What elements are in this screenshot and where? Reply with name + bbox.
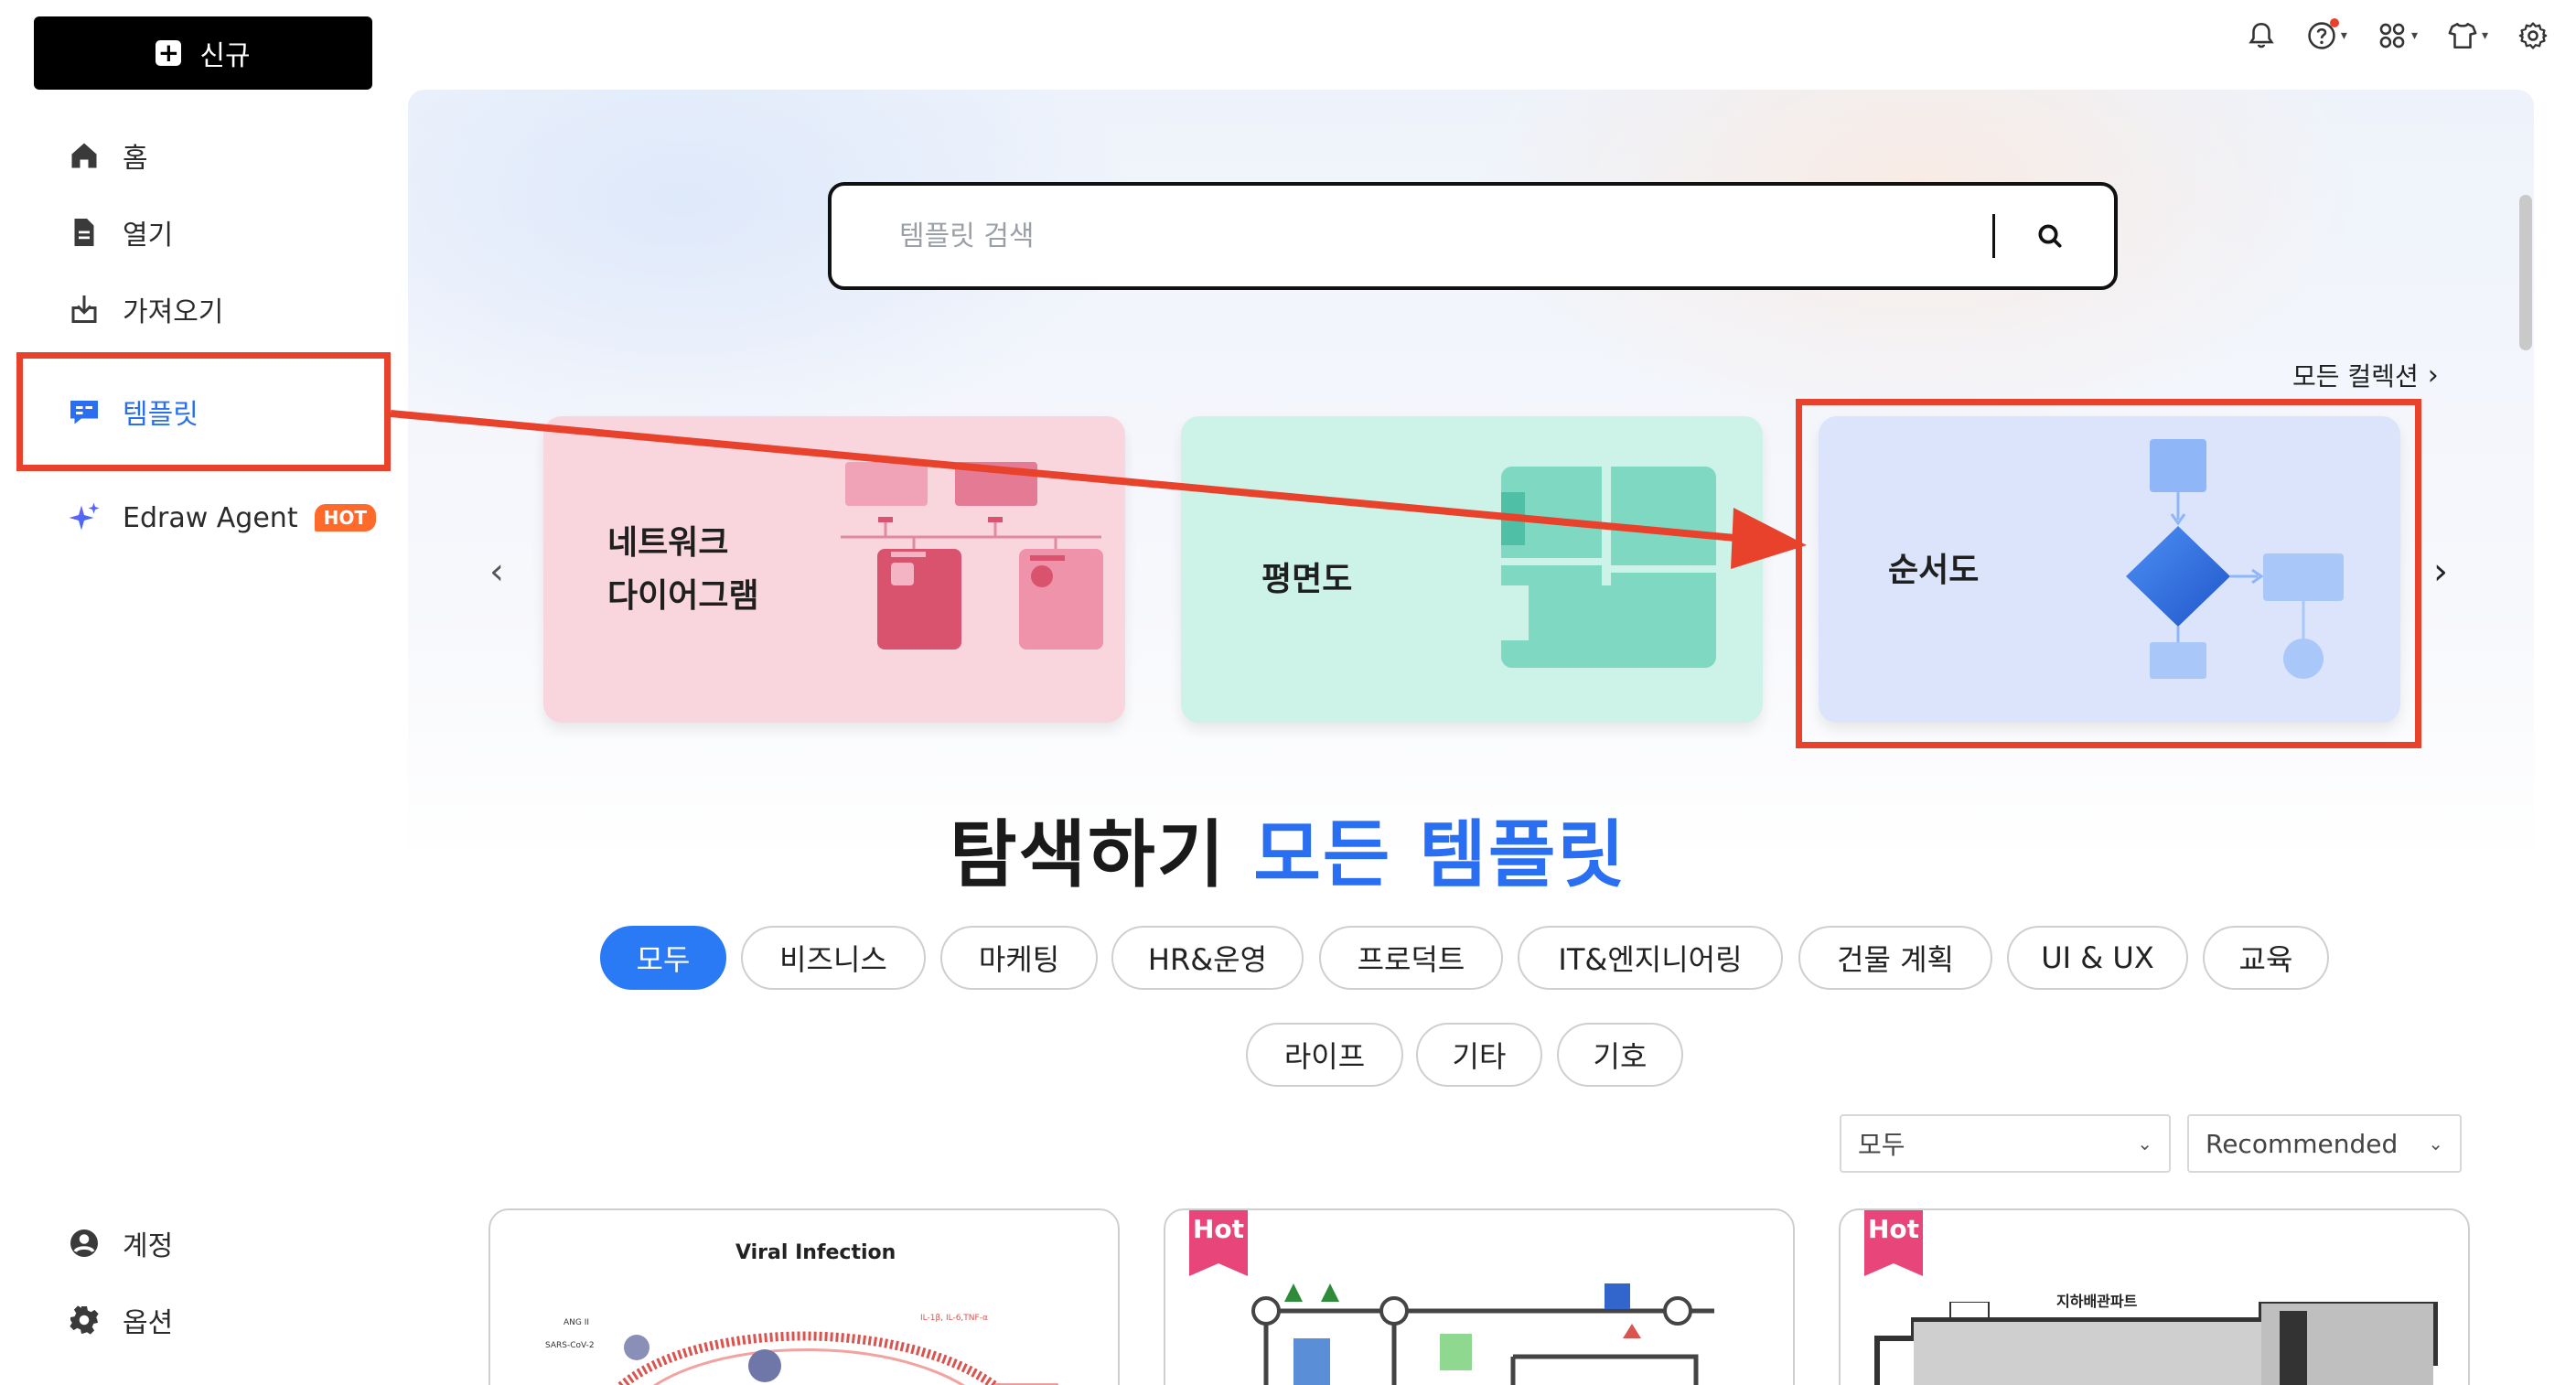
search-button[interactable] bbox=[2032, 218, 2068, 254]
svg-text:SARS-CoV-2: SARS-CoV-2 bbox=[545, 1341, 595, 1350]
type-filter-value: 모두 bbox=[1858, 1130, 1905, 1160]
apps-icon bbox=[2379, 23, 2405, 48]
import-icon bbox=[71, 295, 97, 323]
svg-text:IL-1β, IL-6,TNF-α: IL-1β, IL-6,TNF-α bbox=[920, 1314, 988, 1323]
settings-button[interactable] bbox=[2517, 20, 2549, 51]
category-chip-life[interactable]: 라이프 bbox=[1246, 1023, 1403, 1087]
sidebar: + 신규 홈 열기 가져오기 템플릿 Edraw Agent HOT 계정 옵션 bbox=[0, 0, 408, 1385]
gear-icon bbox=[70, 1305, 99, 1335]
viral-infection-thumbnail: ANG II SARS-CoV-2 IL-1β, IL-6,TNF-α bbox=[545, 1314, 1058, 1385]
type-filter-dropdown[interactable]: 모두 ⌄ bbox=[1840, 1114, 2171, 1173]
shirt-icon bbox=[2448, 22, 2477, 49]
template-title: Viral Infection bbox=[735, 1241, 896, 1264]
category-chip-product[interactable]: 프로덕트 bbox=[1319, 926, 1503, 990]
card-title-line: 네트워크 bbox=[607, 524, 729, 562]
sidebar-item-label: 계정 bbox=[123, 1230, 174, 1262]
template-card[interactable]: Hot 지하배관파트 bbox=[1839, 1208, 2470, 1385]
map-thumbnail bbox=[1251, 1283, 1714, 1385]
settings-icon bbox=[2518, 22, 2548, 49]
category-chip-hr[interactable]: HR&운영 bbox=[1111, 926, 1304, 990]
sparkle-icon bbox=[69, 502, 100, 531]
sidebar-item-label: 가져오기 bbox=[123, 296, 224, 328]
apps-button[interactable]: ▾ bbox=[2377, 20, 2418, 51]
search-bar bbox=[828, 182, 2118, 290]
hot-badge: HOT bbox=[314, 504, 376, 531]
hot-ribbon: Hot bbox=[1189, 1210, 1248, 1276]
carousel-prev-button[interactable]: ‹ bbox=[489, 551, 504, 593]
all-collections-label: 모든 컬렉션 bbox=[2292, 361, 2419, 392]
sidebar-item-home[interactable]: 홈 bbox=[68, 130, 148, 181]
chevron-down-icon: ⌄ bbox=[2137, 1133, 2152, 1154]
sidebar-item-import[interactable]: 가져오기 bbox=[68, 284, 223, 335]
category-chip-building[interactable]: 건물 계획 bbox=[1798, 926, 1992, 990]
top-toolbar: ▾ ▾ ▾ bbox=[2246, 18, 2549, 51]
new-button[interactable]: + 신규 bbox=[34, 16, 372, 90]
category-chip-business[interactable]: 비즈니스 bbox=[741, 926, 926, 990]
file-icon bbox=[74, 219, 94, 246]
user-icon bbox=[70, 1229, 98, 1257]
chevron-right-icon: › bbox=[2427, 359, 2439, 392]
collection-card-floorplan[interactable]: 평면도 bbox=[1181, 416, 1763, 723]
sidebar-item-open[interactable]: 열기 bbox=[68, 207, 173, 258]
chevron-down-icon: ⌄ bbox=[2428, 1133, 2443, 1154]
annotation-box-templates bbox=[16, 352, 391, 471]
notifications-button[interactable] bbox=[2246, 20, 2277, 51]
card-title: 평면도 bbox=[1261, 561, 1353, 598]
floorplan-thumbnail bbox=[1874, 1302, 2438, 1385]
sidebar-item-label: 옵션 bbox=[123, 1307, 174, 1339]
scrollbar-thumb[interactable] bbox=[2519, 195, 2532, 350]
all-collections-link[interactable]: 모든 컬렉션 › bbox=[2292, 357, 2439, 393]
sort-value: Recommended bbox=[2206, 1128, 2399, 1159]
floorplan-illustration bbox=[1501, 467, 1716, 668]
plus-icon: + bbox=[156, 40, 182, 66]
category-chip-symbols[interactable]: 기호 bbox=[1557, 1023, 1683, 1087]
annotation-box-flowchart bbox=[1796, 399, 2421, 748]
carousel-next-button[interactable]: › bbox=[2433, 551, 2448, 593]
chevron-down-icon: ▾ bbox=[2481, 28, 2488, 43]
category-chip-all[interactable]: 모두 bbox=[600, 926, 726, 990]
sidebar-item-options[interactable]: 옵션 bbox=[68, 1294, 173, 1346]
help-button[interactable]: ▾ bbox=[2306, 18, 2347, 51]
card-title-line: 다이어그램 bbox=[607, 576, 759, 615]
sidebar-item-edraw-agent[interactable]: Edraw Agent HOT bbox=[68, 492, 376, 543]
notification-dot bbox=[2329, 18, 2339, 27]
sidebar-item-label: Edraw Agent bbox=[123, 501, 298, 534]
search-input[interactable] bbox=[832, 220, 1992, 252]
collection-card-network[interactable]: 네트워크 다이어그램 bbox=[543, 416, 1125, 723]
category-chip-uiux[interactable]: UI & UX bbox=[2007, 926, 2188, 990]
chevron-down-icon: ▾ bbox=[2340, 28, 2347, 43]
card-title: 네트워크 다이어그램 bbox=[607, 517, 759, 622]
sidebar-item-label: 홈 bbox=[123, 143, 148, 175]
category-chip-education[interactable]: 교육 bbox=[2203, 926, 2329, 990]
search-icon bbox=[2038, 224, 2062, 248]
chevron-down-icon: ▾ bbox=[2410, 28, 2418, 43]
network-diagram-illustration bbox=[841, 462, 1103, 650]
hot-ribbon: Hot bbox=[1864, 1210, 1923, 1276]
bell-icon bbox=[2249, 22, 2274, 48]
home-icon bbox=[71, 143, 97, 168]
sidebar-item-account[interactable]: 계정 bbox=[68, 1218, 173, 1269]
category-chip-it[interactable]: IT&엔지니어링 bbox=[1518, 926, 1783, 990]
explore-heading-prefix: 탐색하기 bbox=[949, 812, 1227, 897]
template-card[interactable]: Hot bbox=[1164, 1208, 1795, 1385]
category-chip-other[interactable]: 기타 bbox=[1416, 1023, 1542, 1087]
search-divider bbox=[1992, 214, 1995, 258]
sidebar-item-label: 열기 bbox=[123, 220, 174, 252]
sort-dropdown[interactable]: Recommended ⌄ bbox=[2187, 1114, 2462, 1173]
explore-heading-accent: 모든 템플릿 bbox=[1253, 812, 1627, 897]
category-chip-marketing[interactable]: 마케팅 bbox=[940, 926, 1098, 990]
svg-text:ANG II: ANG II bbox=[564, 1318, 589, 1327]
template-card[interactable]: Viral Infection ANG II SARS-CoV-2 IL-1β,… bbox=[488, 1208, 1120, 1385]
new-button-label: 신규 bbox=[199, 40, 251, 72]
explore-heading: 탐색하기 모든 템플릿 bbox=[0, 796, 2576, 902]
theme-button[interactable]: ▾ bbox=[2447, 20, 2488, 51]
